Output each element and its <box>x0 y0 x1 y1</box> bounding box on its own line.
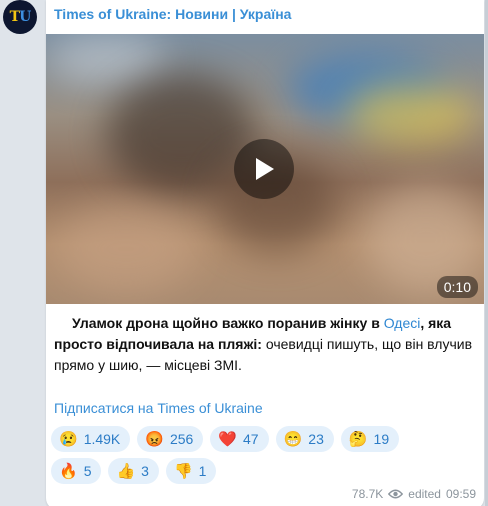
reaction-thinking[interactable]: 🤔 19 <box>340 426 400 452</box>
reaction-thumbs-up[interactable]: 👍 3 <box>108 458 159 484</box>
video-duration: 0:10 <box>436 276 478 298</box>
reaction-count: 3 <box>141 463 149 479</box>
crying-face-icon: 😢 <box>59 430 78 448</box>
message-text: Уламок дрона щойно важко поранив жінку в… <box>54 313 479 376</box>
avatar-letter-u: U <box>19 9 31 25</box>
reaction-count: 23 <box>308 431 324 447</box>
reaction-count: 256 <box>169 431 194 447</box>
message-meta: 78.7K edited 09:59 <box>352 487 476 501</box>
reaction-thumbs-down[interactable]: 👎 1 <box>165 458 217 484</box>
city-link[interactable]: Одесі <box>384 315 421 331</box>
eye-icon <box>388 489 404 499</box>
message-time: 09:59 <box>445 487 476 501</box>
reaction-count: 19 <box>373 431 390 447</box>
thumbs-up-icon: 👍 <box>116 462 136 480</box>
reaction-angry[interactable]: 😡 256 <box>137 426 204 452</box>
video-blur-area <box>56 204 196 294</box>
fire-icon: 🔥 <box>59 462 78 480</box>
thinking-face-icon: 🤔 <box>348 430 368 448</box>
heart-icon: ❤️ <box>218 430 238 448</box>
message-bubble: Times of Ukraine: Новини | Україна 0:10 … <box>46 0 484 506</box>
edited-label: edited <box>408 487 441 501</box>
play-button[interactable] <box>234 139 294 199</box>
reactions-bar: 😢 1.49K 😡 256 ❤️ 47 😁 23 🤔 19 🔥 5 👍 3 👎 <box>51 426 451 484</box>
video-blur-area <box>46 34 166 84</box>
channel-avatar[interactable]: TU <box>3 0 37 34</box>
grinning-face-icon: 😁 <box>283 430 303 448</box>
reaction-heart[interactable]: ❤️ 47 <box>210 426 269 452</box>
message-bold-part1: Уламок дрона щойно важко поранив жінку в <box>72 315 384 331</box>
subscribe-link[interactable]: Підписатися на Times of Ukraine <box>54 400 263 416</box>
avatar-letter-t: T <box>9 9 20 25</box>
reaction-fire[interactable]: 🔥 5 <box>51 458 102 484</box>
angry-face-icon: 😡 <box>145 430 164 448</box>
reaction-count: 5 <box>83 463 92 479</box>
channel-name[interactable]: Times of Ukraine: Новини | Україна <box>54 6 291 22</box>
reaction-crying[interactable]: 😢 1.49K <box>51 426 131 452</box>
video-blur-area <box>346 84 476 144</box>
reaction-count: 1.49K <box>83 431 121 447</box>
video-player[interactable]: 0:10 <box>46 34 484 304</box>
reaction-count: 47 <box>243 431 259 447</box>
reaction-count: 1 <box>198 463 207 479</box>
thumbs-down-icon: 👎 <box>173 462 193 480</box>
play-icon <box>256 158 274 180</box>
reaction-grin[interactable]: 😁 23 <box>275 426 334 452</box>
view-count: 78.7K <box>351 487 384 501</box>
